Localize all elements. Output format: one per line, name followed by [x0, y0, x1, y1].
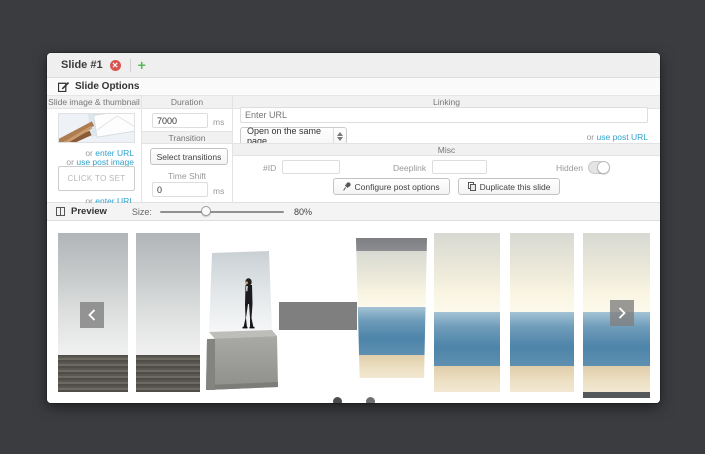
preview-slice-sea-2 — [136, 233, 200, 392]
image-column-header: Slide image & thumbnail — [47, 96, 141, 109]
slide-thumbnail-image[interactable] — [58, 113, 135, 143]
thumbnail-click-to-set[interactable]: CLICK TO SET — [58, 166, 135, 191]
deeplink-input[interactable] — [432, 160, 487, 174]
slide-url-input[interactable] — [240, 107, 648, 123]
edit-pencil-icon — [58, 81, 69, 92]
slider-preview-stage — [47, 221, 660, 403]
id-label: #ID — [263, 163, 276, 173]
time-shift-unit: ms — [213, 186, 224, 196]
pagination-dot-2[interactable] — [366, 397, 375, 403]
hidden-toggle[interactable] — [588, 161, 610, 174]
configure-label: Configure post options — [355, 182, 440, 192]
pushpin-icon — [343, 182, 351, 191]
slice-top-face — [353, 238, 427, 251]
or-text: or — [587, 132, 595, 142]
preview-slice-man — [206, 251, 278, 391]
time-shift-input[interactable] — [152, 182, 208, 197]
use-post-url-line: or use post URL — [587, 132, 648, 142]
chevron-left-icon — [88, 309, 96, 321]
add-slide-icon[interactable]: + — [138, 58, 146, 72]
id-input[interactable] — [282, 160, 340, 174]
slider-handle[interactable] — [201, 206, 211, 216]
duration-unit: ms — [213, 117, 224, 127]
chevron-right-icon — [618, 307, 626, 319]
preview-placeholder-box[interactable] — [279, 302, 357, 330]
duplicate-slide-button[interactable]: Duplicate this slide — [458, 178, 561, 195]
duplicate-icon — [468, 182, 476, 191]
preview-size-value: 80% — [294, 207, 312, 217]
preview-size-slider[interactable] — [160, 211, 284, 213]
preview-title: Preview — [71, 206, 107, 217]
transition-header: Transition — [142, 131, 232, 144]
hidden-label: Hidden — [556, 163, 583, 173]
prev-slide-arrow[interactable] — [80, 302, 104, 328]
duration-header: Duration — [142, 96, 232, 109]
slide-options-grid: Slide image & thumbnail or enter URL — [47, 96, 660, 203]
select-transitions-button[interactable]: Select transitions — [150, 148, 228, 165]
next-slide-arrow[interactable] — [610, 300, 634, 326]
slide-options-title: Slide Options — [75, 81, 139, 92]
misc-buttons-row: Configure post options Duplicate this sl… — [233, 178, 660, 195]
configure-post-options-button[interactable]: Configure post options — [333, 178, 450, 195]
slide-options-header: Slide Options — [47, 78, 660, 96]
time-shift-label: Time Shift — [142, 171, 232, 181]
preview-slice-beach-2 — [434, 233, 500, 392]
slide-tab-bar: Slide #1 ✕ + — [47, 53, 660, 78]
preview-slice-beach-1 — [353, 238, 427, 378]
use-post-url-link[interactable]: use post URL — [597, 132, 649, 142]
select-stepper-icon — [333, 128, 346, 144]
timing-column: Duration ms Transition Select transition… — [142, 96, 233, 203]
close-slide-icon[interactable]: ✕ — [110, 60, 121, 71]
pagination-dot-1[interactable] — [333, 397, 342, 403]
duplicate-label: Duplicate this slide — [480, 182, 551, 192]
misc-fields-row: #ID Deeplink Hidden — [233, 160, 660, 175]
preview-size-label: Size: — [132, 207, 152, 217]
preview-toolbar: Preview Size: 80% — [47, 203, 660, 221]
tab-divider — [130, 59, 131, 72]
toggle-knob — [597, 161, 610, 174]
tab-slide-1[interactable]: Slide #1 — [61, 59, 103, 71]
businessman-on-block-image — [206, 251, 278, 391]
duration-input[interactable] — [152, 113, 208, 128]
linking-column: Linking Open on the same page or use pos… — [233, 96, 660, 203]
image-column: Slide image & thumbnail or enter URL — [47, 96, 142, 203]
preview-columns-icon — [56, 207, 65, 216]
deeplink-label: Deeplink — [393, 163, 426, 173]
misc-header: Misc — [233, 143, 660, 156]
slider-editor-window: Slide #1 ✕ + Slide Options Slide image &… — [47, 53, 660, 403]
preview-slice-beach-3 — [510, 233, 574, 392]
thumbnail-photo — [59, 114, 135, 143]
